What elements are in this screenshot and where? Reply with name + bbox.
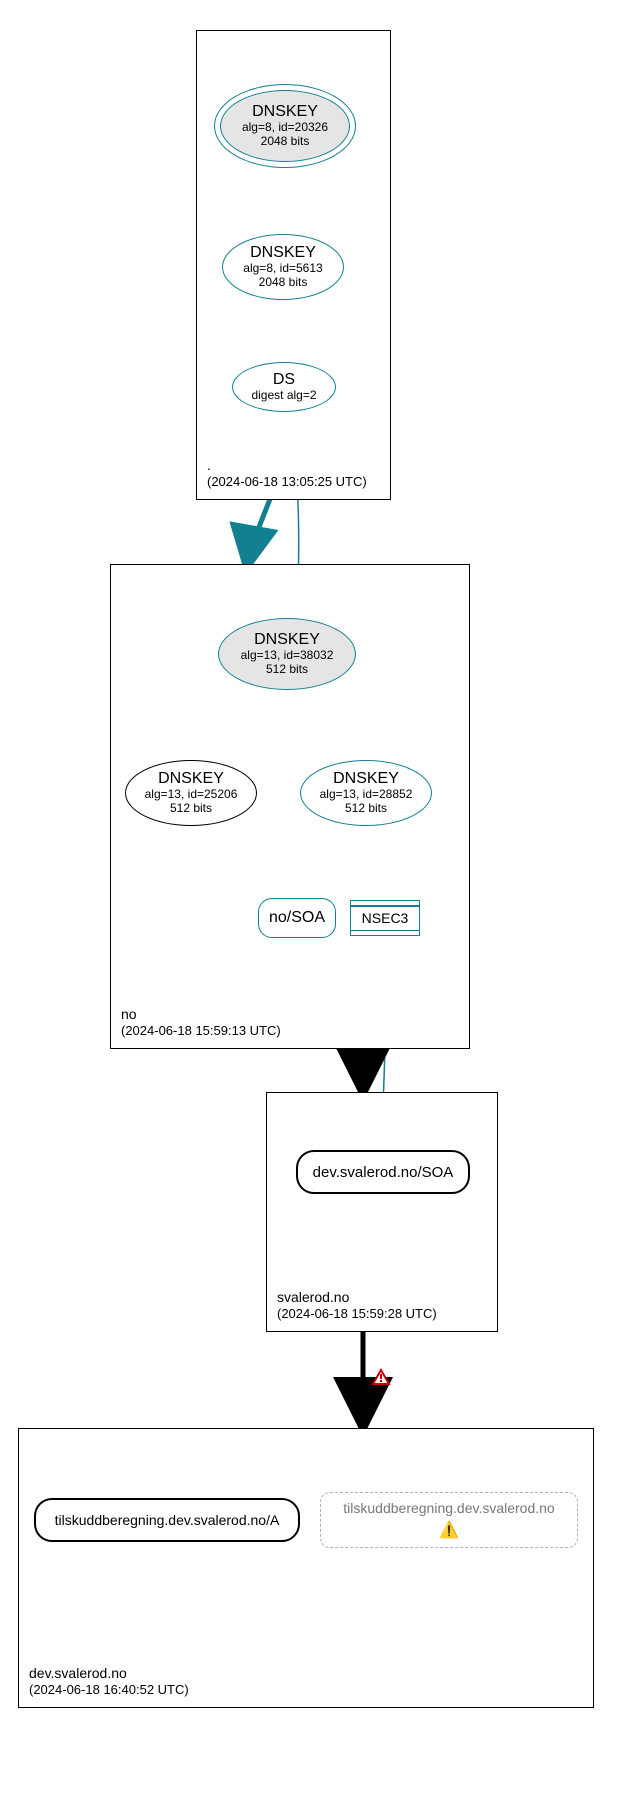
- zone-devsvalerod: dev.svalerod.no (2024-06-18 16:40:52 UTC…: [18, 1428, 594, 1708]
- node-dev-a-label: tilskuddberegning.dev.svalerod.no/A: [55, 1512, 280, 1528]
- node-dev-name: tilskuddberegning.dev.svalerod.no ⚠️: [320, 1492, 578, 1548]
- node-dev-name-label: tilskuddberegning.dev.svalerod.no: [343, 1500, 554, 1516]
- node-no-ksk-sub1: alg=13, id=38032: [241, 649, 334, 663]
- node-no-key2: DNSKEY alg=13, id=28852 512 bits: [300, 760, 432, 826]
- node-root-ds-title: DS: [273, 371, 295, 389]
- node-no-soa: no/SOA: [258, 898, 336, 938]
- node-no-soa-label: no/SOA: [269, 909, 325, 927]
- zone-root-name: .: [207, 456, 367, 474]
- node-no-key2-title: DNSKEY: [333, 770, 399, 788]
- zone-devsvalerod-name: dev.svalerod.no: [29, 1664, 189, 1682]
- zone-root-label: . (2024-06-18 13:05:25 UTC): [207, 456, 367, 491]
- node-dev-a: tilskuddberegning.dev.svalerod.no/A: [34, 1498, 300, 1542]
- node-root-ksk-sub2: 2048 bits: [261, 135, 310, 149]
- node-no-ksk-title: DNSKEY: [254, 631, 320, 649]
- node-sv-soa: dev.svalerod.no/SOA: [296, 1150, 470, 1194]
- node-no-ksk: DNSKEY alg=13, id=38032 512 bits: [218, 618, 356, 690]
- zone-svalerod: svalerod.no (2024-06-18 15:59:28 UTC): [266, 1092, 498, 1332]
- node-no-key1-title: DNSKEY: [158, 770, 224, 788]
- node-root-ksk: DNSKEY alg=8, id=20326 2048 bits: [220, 90, 350, 162]
- node-no-key2-sub1: alg=13, id=28852: [320, 788, 413, 802]
- node-no-nsec3-label: NSEC3: [362, 910, 409, 926]
- node-root-zsk-sub2: 2048 bits: [259, 276, 308, 290]
- zone-no-label: no (2024-06-18 15:59:13 UTC): [121, 1005, 281, 1040]
- zone-devsvalerod-label: dev.svalerod.no (2024-06-18 16:40:52 UTC…: [29, 1664, 189, 1699]
- zone-no-name: no: [121, 1005, 281, 1023]
- dnssec-diagram: . (2024-06-18 13:05:25 UTC) DNSKEY alg=8…: [0, 0, 632, 1803]
- node-sv-soa-label: dev.svalerod.no/SOA: [313, 1164, 454, 1181]
- node-root-zsk: DNSKEY alg=8, id=5613 2048 bits: [222, 234, 344, 300]
- zone-devsvalerod-ts: (2024-06-18 16:40:52 UTC): [29, 1682, 189, 1699]
- zone-svalerod-name: svalerod.no: [277, 1288, 437, 1306]
- node-no-ksk-sub2: 512 bits: [266, 663, 308, 677]
- node-no-nsec3: NSEC3: [350, 900, 420, 936]
- node-root-zsk-sub1: alg=8, id=5613: [243, 262, 322, 276]
- node-root-ds-sub1: digest alg=2: [251, 389, 316, 403]
- node-no-key1-sub1: alg=13, id=25206: [145, 788, 238, 802]
- node-no-key1: DNSKEY alg=13, id=25206 512 bits: [125, 760, 257, 826]
- node-root-ds: DS digest alg=2: [232, 362, 336, 412]
- node-root-zsk-title: DNSKEY: [250, 244, 316, 262]
- node-no-key2-sub2: 512 bits: [345, 802, 387, 816]
- zone-no-ts: (2024-06-18 15:59:13 UTC): [121, 1023, 281, 1040]
- node-root-ksk-sub1: alg=8, id=20326: [242, 121, 328, 135]
- warning-icon: ⚠️: [439, 1520, 459, 1540]
- node-no-key1-sub2: 512 bits: [170, 802, 212, 816]
- node-root-ksk-title: DNSKEY: [252, 103, 318, 121]
- zone-root-ts: (2024-06-18 13:05:25 UTC): [207, 474, 367, 491]
- zone-svalerod-ts: (2024-06-18 15:59:28 UTC): [277, 1306, 437, 1323]
- zone-svalerod-label: svalerod.no (2024-06-18 15:59:28 UTC): [277, 1288, 437, 1323]
